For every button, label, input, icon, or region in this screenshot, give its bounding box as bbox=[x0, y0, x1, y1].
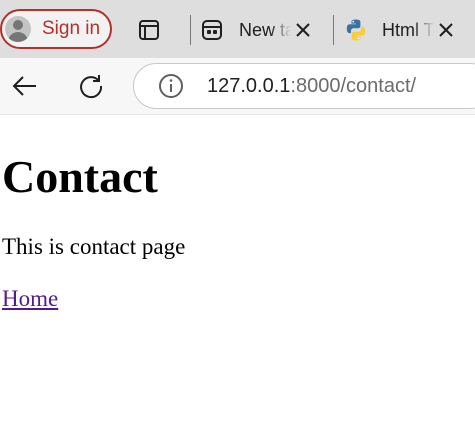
tab-separator bbox=[190, 15, 191, 45]
new-tab-icon bbox=[202, 20, 222, 40]
tab-strip: Sign in New tab bbox=[0, 0, 475, 58]
python-icon bbox=[346, 19, 366, 41]
refresh-button[interactable] bbox=[73, 68, 109, 104]
browser-window: Sign in New tab bbox=[0, 0, 475, 436]
page-text: This is contact page bbox=[2, 234, 186, 259]
tab-separator bbox=[333, 15, 334, 45]
tab-title: New tab bbox=[239, 19, 291, 40]
tab-close-button[interactable] bbox=[291, 18, 315, 42]
avatar bbox=[5, 16, 31, 42]
refresh-icon bbox=[80, 75, 103, 99]
toolbar: 127.0.0.1:8000/contact/ bbox=[0, 58, 475, 115]
close-icon bbox=[296, 23, 310, 37]
tab-actions-icon bbox=[139, 20, 159, 40]
home-link[interactable]: Home bbox=[2, 284, 58, 314]
back-button[interactable] bbox=[7, 68, 43, 104]
site-info-icon[interactable] bbox=[158, 73, 184, 99]
page-title: Contact bbox=[2, 151, 158, 202]
sign-in-label: Sign in bbox=[42, 18, 101, 39]
tab-html-template[interactable]: Html Template bbox=[344, 8, 458, 52]
address-bar[interactable]: 127.0.0.1:8000/contact/ bbox=[133, 63, 475, 109]
tab-title: Html Template bbox=[382, 19, 434, 40]
url-path: :8000/contact/ bbox=[290, 74, 417, 97]
sign-in-button[interactable]: Sign in bbox=[0, 9, 112, 49]
url-text: 127.0.0.1:8000/contact/ bbox=[207, 75, 416, 98]
tab-actions-button[interactable] bbox=[136, 17, 162, 43]
page-content: Contact This is contact page Home bbox=[0, 115, 475, 436]
tab-new-tab[interactable]: New tab bbox=[201, 8, 315, 52]
tab-close-button[interactable] bbox=[434, 18, 458, 42]
url-host: 127.0.0.1 bbox=[207, 74, 291, 97]
back-arrow-icon bbox=[12, 76, 36, 96]
close-icon bbox=[439, 23, 453, 37]
